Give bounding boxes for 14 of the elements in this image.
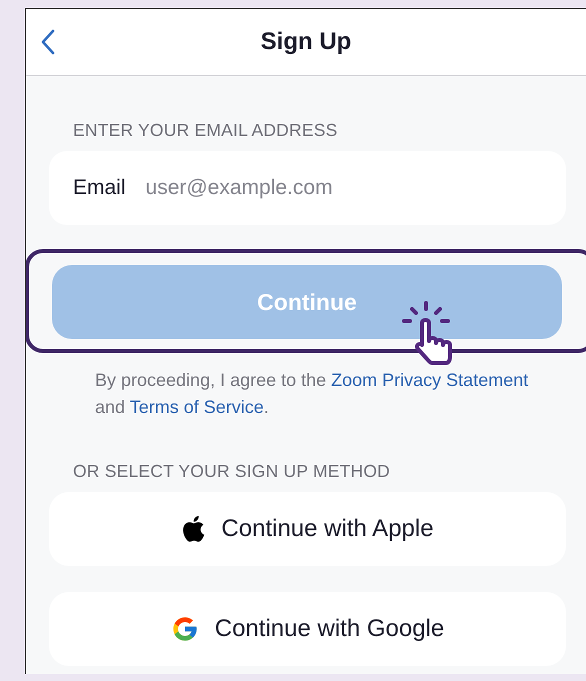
policy-link[interactable]: Terms of Service <box>130 397 264 417</box>
terms-text: By proceeding, I agree to the Zoom Privacy Statement and Terms of Service. <box>94 369 530 419</box>
email-input[interactable]: user@example.com <box>144 175 542 201</box>
screen-title: Sign Up <box>260 28 352 56</box>
section-label: OR SELECT YOUR SIGN UP METHOD <box>72 461 391 482</box>
sign-in-button[interactable]: Continue with Apple <box>49 492 566 566</box>
field-label: Email <box>73 176 126 200</box>
policy-link[interactable]: Zoom Privacy Statement <box>331 370 528 390</box>
sign-in-button[interactable]: Continue with Google <box>49 592 566 666</box>
google-icon <box>170 615 199 643</box>
apple-icon <box>181 515 206 543</box>
back-chevron-icon <box>41 29 55 55</box>
email-field[interactable]: Email user@example.com <box>49 151 566 225</box>
section-label: ENTER YOUR EMAIL ADDRESS <box>72 120 338 141</box>
